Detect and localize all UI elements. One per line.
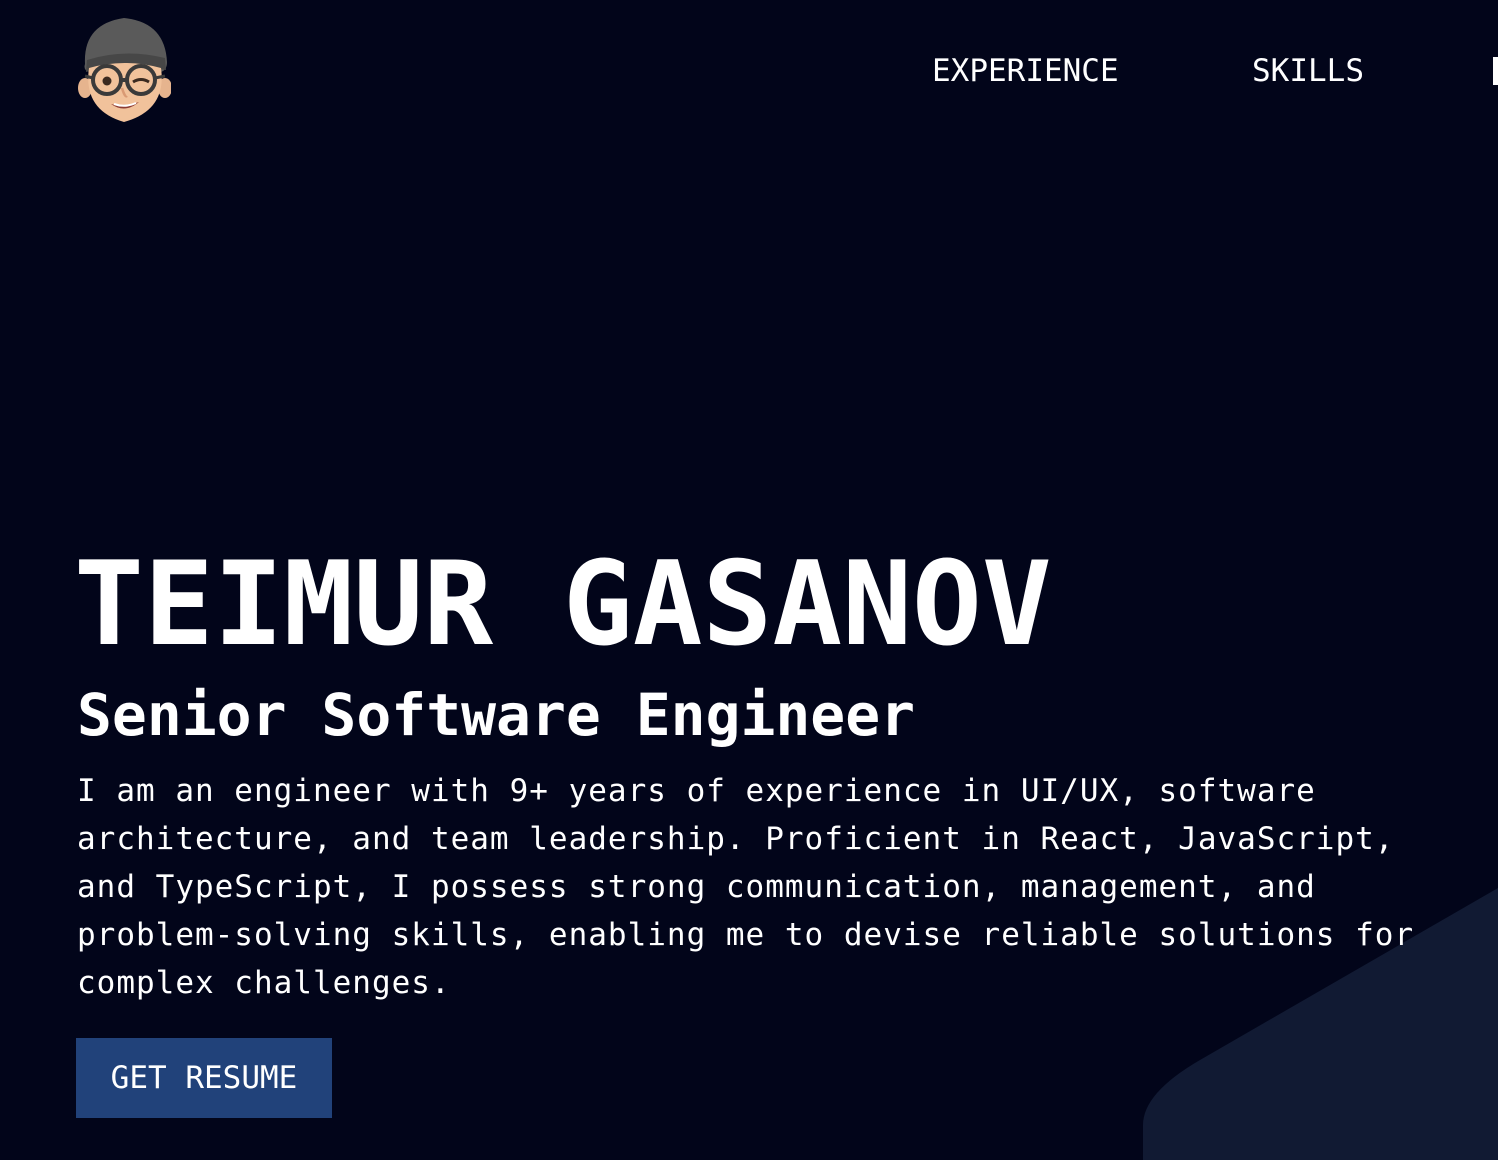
portfolio-page: EXPERIENCE SKILLS TEIMUR GASANOV Senior … (0, 0, 1498, 1160)
hero-name-heading: TEIMUR GASANOV (74, 537, 1052, 672)
hero-job-title: Senior Software Engineer (77, 681, 916, 749)
hero-bio-text: I am an engineer with 9+ years of experi… (77, 773, 1415, 1001)
nav-link-skills[interactable]: SKILLS (1252, 52, 1364, 90)
nav-link-cutoff-edge[interactable] (1493, 57, 1498, 85)
main-navigation: EXPERIENCE SKILLS (0, 52, 1498, 92)
get-resume-button[interactable]: GET RESUME (76, 1038, 332, 1118)
nav-link-experience[interactable]: EXPERIENCE (932, 52, 1119, 90)
